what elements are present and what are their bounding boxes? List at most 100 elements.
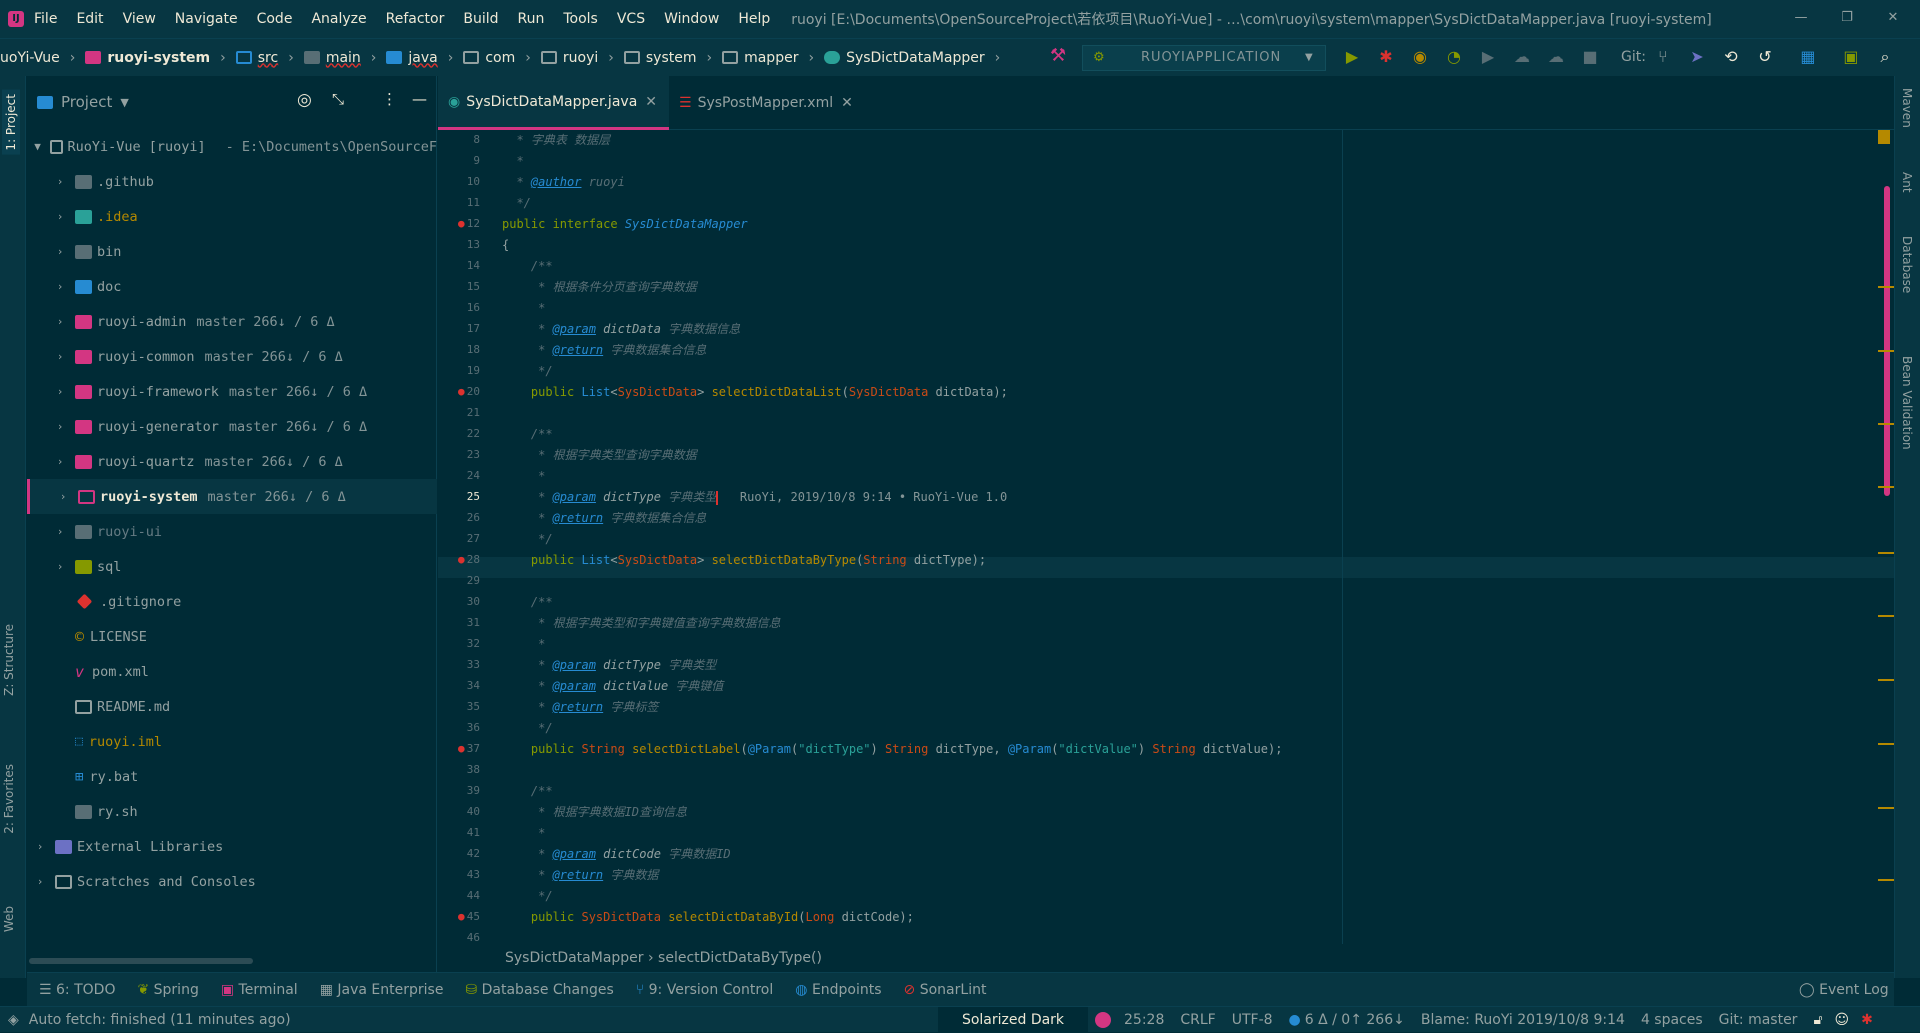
menu-view[interactable]: View [123, 11, 156, 27]
tab-sysdictdatamapper[interactable]: ◉ SysDictDataMapper.java ✕ [438, 76, 670, 130]
list-item[interactable]: ⊞ ry.bat [27, 759, 437, 794]
implementation-gutter-icon[interactable]: ● [458, 910, 465, 923]
menu-edit[interactable]: Edit [76, 11, 103, 27]
close-icon[interactable]: ✕ [645, 94, 657, 110]
implementation-gutter-icon[interactable]: ● [458, 553, 465, 566]
horizontal-scrollbar[interactable] [29, 958, 253, 964]
crumb-project[interactable]: uoYi-Vue › [0, 50, 85, 66]
inspector-icon[interactable]: ☺ [1835, 1012, 1850, 1028]
warning-marker[interactable] [1878, 879, 1894, 881]
list-item[interactable]: ry.sh [27, 794, 437, 829]
list-item[interactable]: › .idea [27, 199, 437, 234]
tool-java-enterprise[interactable]: ▦ Java Enterprise [320, 982, 444, 998]
database-tool-tab[interactable]: Database [1900, 236, 1914, 293]
theme-widget[interactable]: Solarized Dark [938, 1007, 1088, 1033]
implementation-gutter-icon[interactable]: ● [458, 742, 465, 755]
project-tool-tab[interactable]: 1: Project [2, 90, 20, 155]
implementation-gutter-icon[interactable]: ● [458, 217, 465, 230]
menu-navigate[interactable]: Navigate [175, 11, 238, 27]
search-icon[interactable]: ⌕ [1873, 45, 1897, 69]
menu-vcs[interactable]: VCS [617, 11, 645, 27]
history-icon[interactable]: ⟲ [1719, 45, 1743, 69]
menu-file[interactable]: File [34, 11, 57, 27]
minimize-icon[interactable]: — [1778, 4, 1824, 32]
warning-marker[interactable] [1878, 423, 1894, 425]
hide-panel-icon[interactable]: — [412, 90, 427, 108]
coverage-icon[interactable]: ◉ [1408, 45, 1432, 69]
crumb-system[interactable]: system › [623, 50, 722, 66]
blame-status[interactable]: Blame: RuoYi 2019/10/8 9:14 [1421, 1012, 1625, 1028]
list-item[interactable]: › ruoyi-quartz master 266↓ / 6 Δ [27, 444, 437, 479]
restore-icon[interactable]: ❐ [1824, 4, 1870, 32]
tool-version-control[interactable]: ⑂ 9: Version Control [636, 982, 773, 998]
close-icon[interactable]: ✕ [841, 95, 853, 111]
run-dashboard-icon[interactable]: ▶ [1476, 45, 1500, 69]
chevron-down-icon[interactable]: ▼ [120, 96, 128, 109]
warning-marker[interactable] [1878, 807, 1894, 809]
list-item[interactable]: .gitignore [27, 584, 437, 619]
tool-event-log[interactable]: ◯ Event Log [1799, 982, 1889, 998]
build-hammer-icon[interactable]: ⚒ [1050, 45, 1066, 66]
tab-syspostmapper[interactable]: ☰ SysPostMapper.xml ✕ [669, 76, 865, 130]
profile-icon[interactable]: ◔ [1442, 45, 1466, 69]
menu-run[interactable]: Run [518, 11, 545, 27]
file-encoding[interactable]: UTF-8 [1232, 1012, 1273, 1028]
menu-analyze[interactable]: Analyze [311, 11, 366, 27]
project-view-label[interactable]: Project [61, 93, 112, 111]
tool-database-changes[interactable]: ⛁ Database Changes [465, 982, 613, 998]
options-icon[interactable]: ⋮ [382, 90, 397, 108]
project-structure-icon[interactable]: ▦ [1796, 45, 1820, 69]
menu-code[interactable]: Code [257, 11, 293, 27]
git-branch[interactable]: Git: master [1719, 1012, 1798, 1028]
web-tool-tab[interactable]: Web [2, 906, 16, 932]
warning-marker[interactable] [1878, 486, 1894, 488]
list-item[interactable]: › ruoyi-ui [27, 514, 437, 549]
tool-todo[interactable]: ☰ 6: TODO [39, 982, 115, 998]
terminal-icon[interactable]: ▣ [1839, 45, 1863, 69]
list-item[interactable]: README.md [27, 689, 437, 724]
crumb-java[interactable]: java › [386, 50, 463, 66]
list-item[interactable]: › .github [27, 164, 437, 199]
maven-tool-tab[interactable]: Maven [1900, 88, 1914, 128]
status-message[interactable]: Auto fetch: finished (11 minutes ago) [29, 1012, 291, 1028]
implementation-gutter-icon[interactable]: ● [458, 385, 465, 398]
collapse-all-icon[interactable]: ⤡ [332, 90, 344, 108]
list-item[interactable]: © LICENSE [27, 619, 437, 654]
crumb-src[interactable]: src › [235, 50, 304, 66]
structure-tool-tab[interactable]: Z: Structure [2, 624, 16, 696]
line-separator[interactable]: CRLF [1180, 1012, 1215, 1028]
list-item[interactable]: › Scratches and Consoles [27, 864, 437, 899]
tool-sonarlint[interactable]: ⊘ SonarLint [904, 982, 987, 998]
close-window-icon[interactable]: ✕ [1870, 4, 1916, 32]
jrebel-run-icon[interactable]: ☁ [1510, 45, 1534, 69]
run-config-select[interactable]: ⚙ RUOYIAPPLICATION ▼ [1082, 45, 1326, 71]
warning-marker[interactable] [1878, 286, 1894, 288]
tool-spring[interactable]: ❦ Spring [137, 982, 198, 998]
favorites-tool-tab[interactable]: 2: Favorites [2, 764, 16, 834]
code-breadcrumb[interactable]: SysDictDataMapper › selectDictDataByType… [505, 944, 1894, 972]
list-item[interactable]: › doc [27, 269, 437, 304]
menu-tools[interactable]: Tools [563, 11, 598, 27]
menu-refactor[interactable]: Refactor [386, 11, 445, 27]
run-icon[interactable]: ▶ [1340, 45, 1364, 69]
stop-icon[interactable]: ■ [1578, 45, 1602, 69]
code-editor[interactable]: * 字典表 数据层 * * @author ruoyi */ public in… [502, 130, 1884, 940]
list-item[interactable]: › ruoyi-framework master 266↓ / 6 Δ [27, 374, 437, 409]
locate-file-icon[interactable]: ◎ [297, 90, 312, 110]
vcs-status[interactable]: 6 Δ / 0↑ 266↓ [1305, 1012, 1405, 1028]
vertical-scrollbar[interactable] [1884, 186, 1890, 496]
bean-validation-tool-tab[interactable]: Bean Validation [1900, 356, 1914, 450]
inspection-warning-icon[interactable] [1878, 130, 1890, 144]
crumb-com[interactable]: com › [463, 50, 541, 66]
rollback-icon[interactable]: ↺ [1753, 45, 1777, 69]
crumb-ruoyi[interactable]: ruoyi › [540, 50, 624, 66]
menu-help[interactable]: Help [738, 11, 770, 27]
crumb-mapper[interactable]: mapper › [722, 50, 824, 66]
list-item[interactable]: v pom.xml [27, 654, 437, 689]
warning-marker[interactable] [1878, 350, 1894, 352]
layers-icon[interactable]: ◈ [8, 1012, 19, 1028]
warning-marker[interactable] [1878, 615, 1894, 617]
crumb-module[interactable]: ruoyi-system › [85, 50, 235, 66]
jrebel-debug-icon[interactable]: ☁ [1544, 45, 1568, 69]
list-item[interactable]: › bin [27, 234, 437, 269]
